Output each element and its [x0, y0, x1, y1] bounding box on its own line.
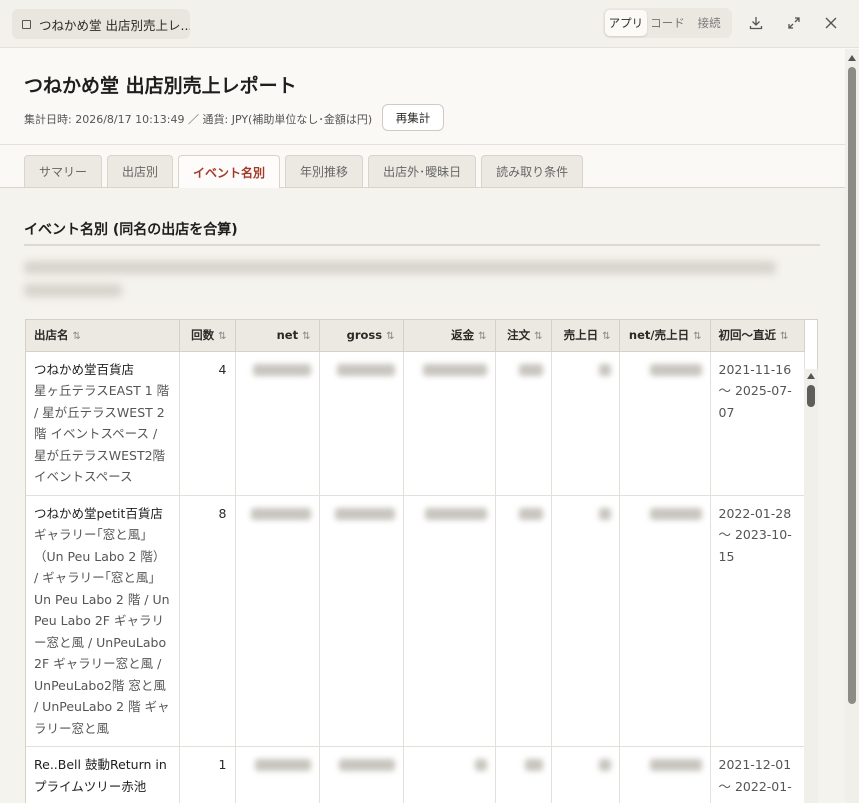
column-header-gross[interactable]: gross ⇅: [319, 320, 404, 352]
scroll-up-icon[interactable]: [807, 373, 815, 379]
redacted-cell: [551, 746, 620, 803]
table-row: つねかめ堂petit百貨店ギャラリー｢窓と風｣（Un Peu Labo 2 階）…: [26, 495, 805, 747]
tab-outside-ambiguous[interactable]: 出店外･曖昧日: [368, 155, 477, 187]
scroll-up-icon[interactable]: [848, 55, 856, 61]
redacted-cell: [319, 746, 404, 803]
scroll-thumb[interactable]: [848, 67, 856, 704]
redacted-cell: [319, 495, 404, 747]
period-cell: 2022-01-28 〜 2023-10-15: [710, 495, 805, 747]
redacted-cell: [403, 351, 496, 496]
redacted-cell: [495, 495, 552, 747]
table-scrollbar[interactable]: [804, 369, 818, 803]
redacted-cell: [403, 495, 496, 747]
count-cell: 4: [179, 351, 236, 496]
sort-icon: ⇅: [218, 331, 227, 343]
download-icon[interactable]: [746, 13, 766, 33]
column-header-net[interactable]: net ⇅: [235, 320, 320, 352]
page-title: つねかめ堂 出店別売上レポート: [24, 75, 297, 97]
redacted-cell: [551, 351, 620, 496]
venue-list: ギャラリー｢窓と風｣（Un Peu Labo 2 階） / ギャラリー｢窓と風｣…: [34, 527, 170, 736]
redacted-cell: [235, 351, 320, 496]
tab-summary[interactable]: サマリー: [24, 155, 103, 187]
event-table: 出店名 ⇅ 回数 ⇅ net ⇅ gross ⇅ 返金 ⇅ 注文 ⇅ 売上日 ⇅ net/売上…: [25, 319, 818, 803]
redacted-cell: [619, 495, 711, 747]
table-row: Re..Bell 鼓動Return in プライムツリー赤池 1 2021-12…: [26, 746, 805, 803]
mode-connect[interactable]: 接続: [688, 10, 730, 36]
count-cell: 8: [179, 495, 236, 747]
document-icon: [22, 19, 31, 29]
redacted-cell: [619, 746, 711, 803]
store-cell: Re..Bell 鼓動Return in プライムツリー赤池: [26, 746, 180, 803]
redacted-note: [24, 261, 776, 301]
sort-icon: ⇅: [780, 331, 789, 343]
sort-icon: ⇅: [534, 331, 543, 343]
section-heading: イベント名別 (同名の出店を合算): [24, 222, 238, 238]
count-cell: 1: [179, 746, 236, 803]
store-name: Re..Bell 鼓動Return in プライムツリー赤池: [34, 757, 167, 794]
page-scrollbar[interactable]: [845, 49, 859, 803]
period-cell: 2021-11-16 〜 2025-07-07: [710, 351, 805, 496]
column-header-orders[interactable]: 注文 ⇅: [495, 320, 552, 352]
sort-icon: ⇅: [302, 331, 311, 343]
sort-icon: ⇅: [72, 331, 81, 343]
sort-icon: ⇅: [693, 331, 702, 343]
redacted-cell: [403, 746, 496, 803]
redacted-cell: [551, 495, 620, 747]
close-icon[interactable]: [821, 13, 841, 33]
view-mode-switch: アプリ コード 接続: [603, 8, 732, 38]
store-name: つねかめ堂百貨店: [34, 361, 135, 377]
sort-icon: ⇅: [478, 331, 487, 343]
column-header-period[interactable]: 初回〜直近 ⇅: [710, 320, 805, 352]
mode-code[interactable]: コード: [647, 10, 689, 36]
mode-app[interactable]: アプリ: [605, 10, 647, 36]
redacted-cell: [619, 351, 711, 496]
redacted-cell: [495, 746, 552, 803]
column-header-refund[interactable]: 返金 ⇅: [403, 320, 496, 352]
reaggregate-button[interactable]: 再集計: [382, 104, 444, 131]
document-title: つねかめ堂 出店別売上レ...: [39, 17, 190, 33]
tab-by-event[interactable]: イベント名別: [178, 155, 281, 188]
venue-list: 星ヶ丘テラスEAST 1 階 / 星が丘テラスWEST 2 階 イベントスペース…: [34, 383, 170, 484]
sort-icon: ⇅: [602, 331, 611, 343]
column-header-count[interactable]: 回数 ⇅: [179, 320, 236, 352]
scroll-thumb[interactable]: [807, 385, 815, 407]
period-cell: 2021-12-01 〜 2022-01-: [710, 746, 805, 803]
section-divider: [24, 244, 820, 246]
redacted-cell: [235, 495, 320, 747]
sort-icon: ⇅: [386, 331, 395, 343]
aggregation-meta: 集計日時: 2026/8/17 10:13:49 ／ 通貨: JPY(補助単位な…: [24, 113, 373, 126]
divider: [0, 144, 845, 145]
column-header-net-per-day[interactable]: net/売上日 ⇅: [619, 320, 711, 352]
tab-bar: サマリー 出店別 イベント名別 年別推移 出店外･曖昧日 読み取り条件: [24, 155, 588, 188]
store-name: つねかめ堂petit百貨店: [34, 505, 163, 521]
expand-icon[interactable]: [784, 13, 804, 33]
report-content: つねかめ堂 出店別売上レポート 集計日時: 2026/8/17 10:13:49…: [0, 49, 845, 803]
redacted-cell: [319, 351, 404, 496]
column-header-sales-days[interactable]: 売上日 ⇅: [551, 320, 620, 352]
redacted-cell: [235, 746, 320, 803]
tab-yearly[interactable]: 年別推移: [285, 155, 364, 187]
tab-read-conditions[interactable]: 読み取り条件: [481, 155, 584, 187]
store-cell: つねかめ堂petit百貨店ギャラリー｢窓と風｣（Un Peu Labo 2 階）…: [26, 495, 180, 747]
table-row: つねかめ堂百貨店星ヶ丘テラスEAST 1 階 / 星が丘テラスWEST 2 階 …: [26, 351, 805, 496]
document-tab[interactable]: つねかめ堂 出店別売上レ...: [12, 9, 190, 39]
redacted-cell: [495, 351, 552, 496]
tab-by-store[interactable]: 出店別: [107, 155, 174, 187]
store-cell: つねかめ堂百貨店星ヶ丘テラスEAST 1 階 / 星が丘テラスWEST 2 階 …: [26, 351, 180, 496]
title-bar: つねかめ堂 出店別売上レ... アプリ コード 接続: [0, 0, 859, 48]
column-header-store[interactable]: 出店名 ⇅: [26, 320, 180, 352]
